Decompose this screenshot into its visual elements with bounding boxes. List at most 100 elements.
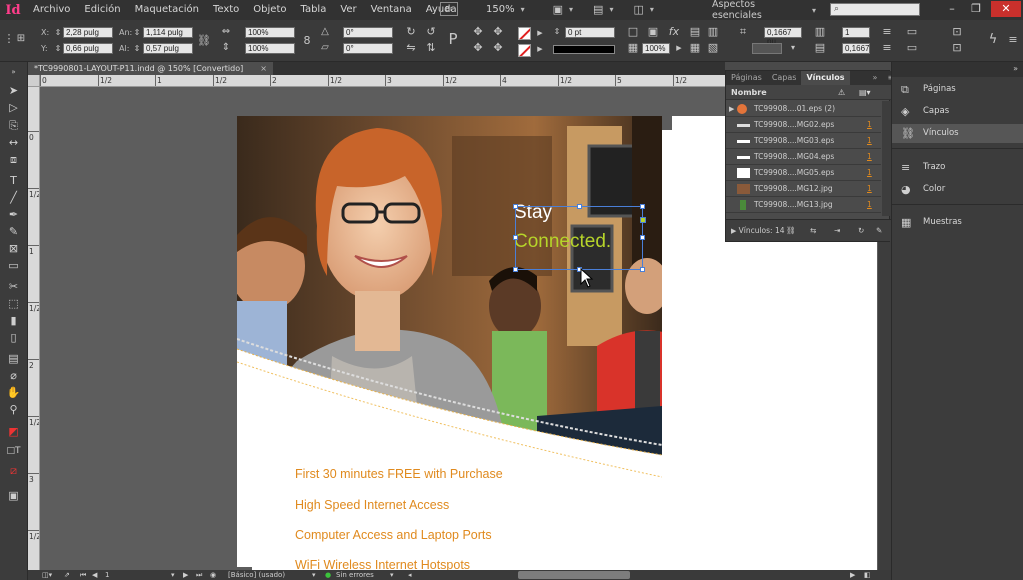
flip-vertical-icon[interactable]: ⇅: [424, 41, 438, 55]
preflight-errors[interactable]: Sin errores: [336, 570, 374, 580]
bridge-button[interactable]: Br: [440, 2, 458, 16]
page-dropdown-icon[interactable]: ▾: [171, 570, 175, 580]
rotate-field[interactable]: 0°: [343, 27, 393, 38]
pencil-tool-icon[interactable]: ✎: [5, 225, 22, 239]
arrange-documents-icon[interactable]: ◫: [633, 3, 643, 16]
stroke-weight-stepper-icon[interactable]: ⇕: [550, 25, 564, 39]
ruler-origin[interactable]: [28, 75, 40, 87]
status-column-icon[interactable]: ⚠: [838, 85, 845, 100]
relink-cc-icon[interactable]: ⛓: [786, 220, 796, 242]
text-wrap-box-icon[interactable]: ▥: [706, 25, 720, 39]
align-bottom-icon[interactable]: ≡: [880, 41, 894, 55]
reference-point-icon[interactable]: ⊞: [14, 32, 28, 46]
view-options-icon[interactable]: ▣: [553, 3, 563, 16]
dock-item-color[interactable]: ◕ Color: [892, 180, 1023, 199]
screen-mode-chevron-icon[interactable]: ▾: [609, 5, 613, 14]
last-page-icon[interactable]: ⏭: [196, 570, 202, 580]
free-transform-tool-icon[interactable]: ⬚: [5, 297, 22, 311]
dock-item-trazo[interactable]: ≡ Trazo: [892, 158, 1023, 177]
scale-x-icon[interactable]: ⇔: [219, 25, 233, 39]
scale-y-icon[interactable]: ⇕: [219, 41, 233, 55]
selected-text-frame[interactable]: [515, 206, 643, 270]
opacity-dropdown-icon[interactable]: ▶: [672, 41, 686, 55]
menu-archivo[interactable]: Archivo: [26, 0, 77, 20]
next-page-icon[interactable]: ▶: [183, 570, 188, 580]
link-page[interactable]: 1: [867, 197, 872, 213]
handle-top-right[interactable]: [640, 204, 645, 209]
promo-line-1[interactable]: First 30 minutes FREE with Purchase: [295, 467, 503, 481]
screen-mode-tool-icon[interactable]: ▣: [5, 489, 22, 503]
auto-fit-2-icon[interactable]: ⊡: [950, 41, 964, 55]
auto-fit-icon[interactable]: ⊡: [950, 25, 964, 39]
update-link-icon[interactable]: ↻: [858, 220, 864, 242]
search-input[interactable]: ⌕: [830, 3, 920, 16]
eyedropper-tool-icon[interactable]: ⌀: [5, 369, 22, 383]
footer-toggle-icon[interactable]: ▶: [731, 227, 739, 235]
gradient-swatch-tool-icon[interactable]: ▮: [5, 314, 22, 328]
width-field[interactable]: 1,114 pulg: [143, 27, 193, 38]
opacity-field[interactable]: 100%: [642, 43, 670, 54]
select-next-icon[interactable]: ✥: [491, 41, 505, 55]
rotate-icon[interactable]: △: [318, 25, 332, 39]
previous-page-icon[interactable]: ◀: [92, 570, 97, 580]
link-row[interactable]: ▶ TC99908....01.eps (2): [726, 101, 881, 117]
goto-link-icon[interactable]: ⇥: [834, 220, 840, 242]
panel-expand-icon[interactable]: »: [868, 71, 883, 85]
rotate-cw-icon[interactable]: ↻: [404, 25, 418, 39]
open-page-icon[interactable]: ⇗: [64, 570, 70, 580]
scissors-tool-icon[interactable]: ✂: [5, 280, 22, 294]
link-row[interactable]: TC99908....MG04.eps 1: [726, 149, 881, 165]
preflight-profile[interactable]: [Básico] (usado): [228, 570, 285, 580]
dock-item-paginas[interactable]: ⧉ Páginas: [892, 80, 1023, 99]
scroll-right-icon[interactable]: ▶: [850, 570, 855, 580]
dock-item-vinculos[interactable]: ⛓ Vínculos: [892, 124, 1023, 143]
corner-shape-chevron-icon[interactable]: ▾: [786, 41, 800, 55]
constrain-proportions-icon[interactable]: ⛓: [197, 34, 211, 48]
apply-none-icon[interactable]: ⧄: [5, 464, 22, 478]
preflight-menu-icon[interactable]: ◂: [408, 570, 412, 580]
open-in-window-icon[interactable]: ◉: [210, 570, 216, 580]
expand-row-icon[interactable]: ▶: [729, 101, 734, 117]
link-row[interactable]: TC99908....MG03.eps 1: [726, 133, 881, 149]
select-container-icon[interactable]: ✥: [471, 25, 485, 39]
fill-dropdown-icon[interactable]: ▶: [533, 26, 547, 40]
page-column-icon[interactable]: ▤▾: [859, 85, 871, 100]
note-tool-icon[interactable]: ▤: [5, 352, 22, 366]
tab-paginas[interactable]: Páginas: [726, 71, 767, 85]
link-page[interactable]: 1: [867, 181, 872, 197]
type-tool-icon[interactable]: T: [5, 174, 22, 188]
screen-mode-icon[interactable]: ▤: [593, 3, 603, 16]
menu-ventana[interactable]: Ventana: [364, 0, 419, 20]
minimize-button[interactable]: –: [940, 1, 964, 17]
profile-dropdown-icon[interactable]: ▾: [312, 570, 316, 580]
control-panel-menu-icon[interactable]: ≡: [1006, 33, 1020, 47]
text-wrap-jump-icon[interactable]: ▧: [706, 41, 720, 55]
menu-texto[interactable]: Texto: [206, 0, 246, 20]
shear-field[interactable]: 0°: [343, 43, 393, 54]
align-top-icon[interactable]: ≡: [880, 25, 894, 39]
workspace-switcher[interactable]: Aspectos esenciales ▾: [712, 0, 816, 21]
page-number[interactable]: 1: [105, 570, 109, 580]
edit-original-icon[interactable]: ✎: [876, 220, 882, 242]
text-wrap-shape-icon[interactable]: ▦: [688, 41, 702, 55]
menu-objeto[interactable]: Objeto: [246, 0, 293, 20]
selection-tool-icon[interactable]: ➤: [5, 84, 22, 98]
handle-bottom-right[interactable]: [640, 267, 645, 272]
link-row[interactable]: TC99908....MG05.eps 1: [726, 165, 881, 181]
fill-swatch-none[interactable]: [518, 27, 531, 40]
gap-tool-icon[interactable]: ↔: [5, 136, 22, 150]
links-scrollbar[interactable]: [882, 101, 890, 216]
flip-horizontal-icon[interactable]: ⇋: [404, 41, 418, 55]
link-row[interactable]: TC99908....MG13.jpg 1: [726, 197, 881, 213]
rectangle-tool-icon[interactable]: ▭: [5, 259, 22, 273]
view-options-chevron-icon[interactable]: ▾: [569, 5, 573, 14]
shadow-icon[interactable]: ▣: [646, 25, 660, 39]
arrange-chevron-icon[interactable]: ▾: [650, 5, 654, 14]
promo-line-4[interactable]: WiFi Wireless Internet Hotspots: [295, 558, 470, 570]
fx-icon[interactable]: fx: [667, 25, 681, 39]
width-stepper-icon[interactable]: ⇕: [130, 26, 144, 40]
direct-selection-tool-icon[interactable]: ▷: [5, 101, 22, 115]
pen-tool-icon[interactable]: ✒: [5, 208, 22, 222]
columns-field[interactable]: 1: [842, 27, 870, 38]
menu-ver[interactable]: Ver: [333, 0, 363, 20]
